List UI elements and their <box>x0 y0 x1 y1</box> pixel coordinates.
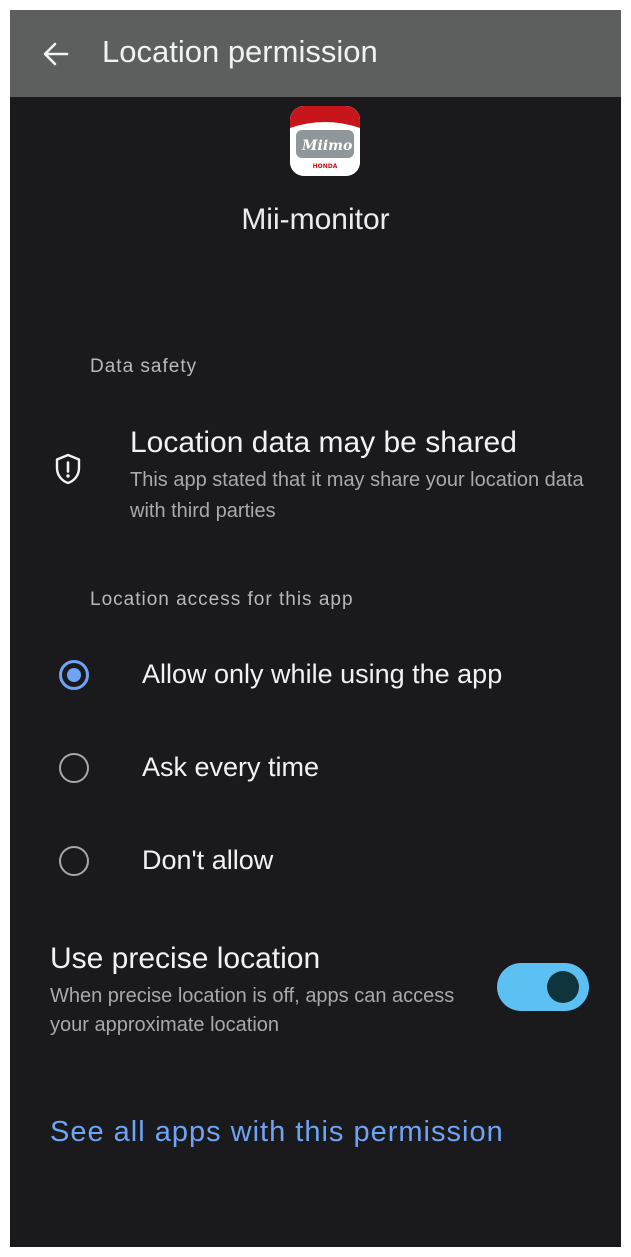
option-label: Don't allow <box>142 845 274 875</box>
location-access-header: Location access for this app <box>90 589 354 610</box>
option-label: Ask every time <box>142 752 320 782</box>
shield-alert-icon <box>55 453 81 485</box>
page-title: Location permission <box>102 34 378 69</box>
app-logo-brand: HONDA <box>313 163 338 170</box>
arrow-left-icon <box>43 42 69 66</box>
toggle-thumb <box>547 971 579 1003</box>
precise-location-row[interactable]: Use precise location When precise locati… <box>10 932 621 1052</box>
radio-button[interactable] <box>59 753 89 783</box>
option-dont-allow[interactable]: Don't allow <box>10 822 621 902</box>
app-logo: Miimo HONDA <box>290 106 360 176</box>
permission-screen: Location permission Miimo HONDA Mii-moni… <box>10 10 621 1247</box>
top-app-bar: Location permission <box>10 10 621 97</box>
data-safety-header: Data safety <box>90 356 198 377</box>
app-logo-text: Miimo <box>301 138 352 154</box>
radio-button-selected[interactable] <box>59 660 89 690</box>
option-allow-while-using[interactable]: Allow only while using the app <box>10 636 621 716</box>
option-ask-every-time[interactable]: Ask every time <box>10 729 621 809</box>
app-name: Mii-monitor <box>241 203 390 236</box>
data-safety-item[interactable]: Location data may be shared This app sta… <box>10 415 621 530</box>
precise-location-title: Use precise location <box>50 942 321 975</box>
option-label: Allow only while using the app <box>142 659 503 689</box>
radio-button[interactable] <box>59 846 89 876</box>
data-safety-description: This app stated that it may share your l… <box>130 469 584 522</box>
precise-location-toggle[interactable] <box>497 963 589 1011</box>
back-button[interactable] <box>36 34 76 74</box>
precise-location-description: When precise location is off, apps can a… <box>50 985 455 1036</box>
app-icon: Miimo HONDA <box>290 106 360 176</box>
see-all-apps-link[interactable]: See all apps with this permission <box>50 1112 504 1152</box>
data-safety-title: Location data may be shared <box>130 426 517 459</box>
